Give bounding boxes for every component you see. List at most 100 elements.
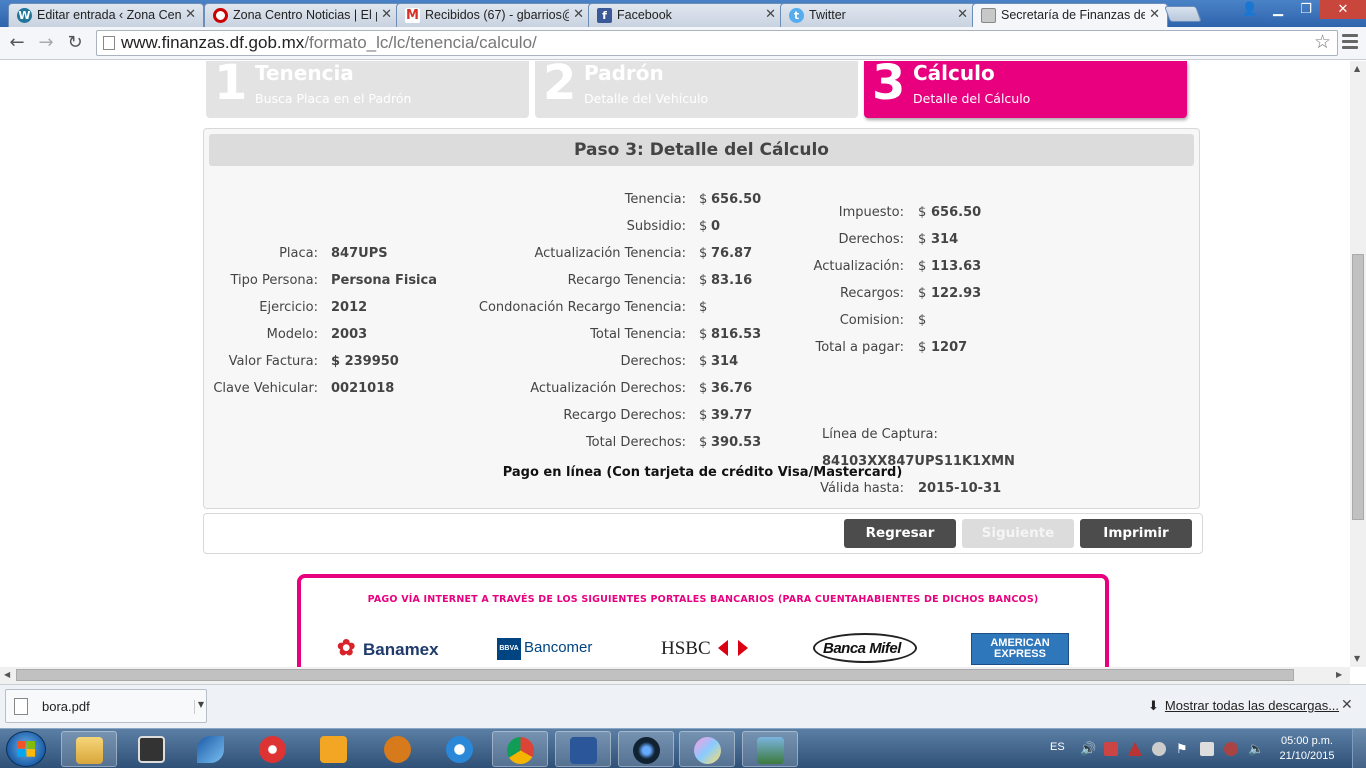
summary-label: Comision:	[839, 313, 904, 328]
reload-icon[interactable]: ↻	[64, 32, 86, 53]
tab-gmail[interactable]: M Recibidos (67) - gbarrios@ ✕	[396, 3, 592, 27]
restore-button[interactable]: ❐	[1292, 0, 1320, 19]
bookmark-star-icon[interactable]: ☆	[1314, 31, 1331, 55]
scroll-right-icon[interactable]: ▶	[1336, 670, 1342, 679]
speaker-icon[interactable]: 🔈	[1248, 742, 1264, 757]
capture-line-label: Línea de Captura:	[822, 427, 938, 442]
summary-label: Actualización:	[813, 259, 904, 274]
breakdown-value: 656.50	[711, 192, 762, 207]
tab-twitter[interactable]: t Twitter ✕	[780, 3, 976, 27]
flag-icon[interactable]: ⚑	[1176, 742, 1190, 757]
start-button[interactable]	[6, 731, 46, 767]
breakdown-value: 816.53	[711, 327, 762, 342]
breakdown-label: Total Tenencia:	[590, 327, 686, 342]
taskbar-explorer[interactable]	[61, 731, 117, 767]
breakdown-currency: $	[699, 408, 708, 423]
close-tab-icon[interactable]: ✕	[1149, 7, 1160, 22]
breakdown-label: Actualización Tenencia:	[534, 246, 686, 261]
close-tab-icon[interactable]: ✕	[957, 7, 968, 22]
download-item[interactable]: bora.pdf ▼	[5, 689, 207, 723]
facebook-icon: f	[597, 8, 612, 23]
horizontal-scrollbar[interactable]: ◀ ▶	[0, 667, 1350, 684]
system-clock[interactable]: 05:00 p.m. 21/10/2015	[1270, 734, 1344, 764]
breakdown-currency: $	[699, 381, 708, 396]
taskbar-chrome[interactable]	[492, 731, 548, 767]
language-indicator[interactable]: ES	[1050, 741, 1065, 753]
scroll-left-icon[interactable]: ◀	[4, 670, 10, 679]
breakdown-label: Actualización Derechos:	[530, 381, 686, 396]
taskbar-fruit[interactable]	[370, 731, 426, 767]
bank-hsbc-logo[interactable]: HSBC	[661, 633, 753, 663]
bank-banamex-logo[interactable]: ✿ Banamex	[337, 633, 439, 663]
vertical-scrollbar[interactable]: ▲ ▼	[1350, 61, 1366, 667]
taskbar-burn[interactable]	[245, 731, 301, 767]
word-icon	[570, 737, 597, 764]
taskbar-quill[interactable]	[183, 731, 239, 767]
breakdown-value: 0	[711, 219, 721, 234]
breakdown-currency: $	[699, 300, 708, 315]
taskbar-media-player[interactable]	[124, 731, 180, 767]
scroll-up-icon[interactable]: ▲	[1354, 64, 1360, 73]
step-calculo[interactable]: 3 Cálculo Detalle del Cálculo	[864, 61, 1187, 118]
new-tab-button[interactable]	[1164, 6, 1202, 22]
next-button[interactable]: Siguiente	[962, 519, 1074, 548]
taskbar-photo[interactable]	[742, 731, 798, 767]
browser-toolbar: ← → ↻ www.finanzas.df.gob.mx/formato_lc/…	[0, 27, 1366, 60]
tray-app-icon[interactable]	[1104, 742, 1118, 756]
taskbar-paint[interactable]	[679, 731, 735, 767]
step-padron[interactable]: 2 Padrón Detalle del Vehículo	[535, 61, 858, 118]
close-tab-icon[interactable]: ✕	[573, 7, 584, 22]
vehicle-value: $ 239950	[331, 354, 399, 369]
pay-online-link[interactable]: Pago en línea (Con tarjeta de crédito Vi…	[204, 465, 1201, 480]
chevron-down-icon[interactable]: ▼	[193, 700, 204, 714]
bank-amex-logo[interactable]: AMERICAN EXPRESS	[971, 633, 1069, 665]
address-bar[interactable]: www.finanzas.df.gob.mx/formato_lc/lc/ten…	[96, 30, 1338, 56]
taskbar-video[interactable]	[306, 731, 362, 767]
tray-circle-icon[interactable]	[1152, 742, 1166, 756]
tab-secretaria-finanzas[interactable]: Secretaría de Finanzas del ✕	[972, 3, 1168, 28]
tray-up-icon[interactable]	[1128, 742, 1142, 756]
vertical-scroll-thumb[interactable]	[1352, 254, 1364, 520]
close-tab-icon[interactable]: ✕	[381, 7, 392, 22]
taskbar-word[interactable]	[555, 731, 611, 767]
taskbar-camera[interactable]	[618, 731, 674, 767]
close-tab-icon[interactable]: ✕	[765, 7, 776, 22]
back-arrow-icon[interactable]: ←	[6, 32, 28, 53]
chrome-icon	[507, 737, 534, 764]
show-desktop-button[interactable]	[1352, 729, 1366, 768]
tab-facebook[interactable]: f Facebook ✕	[588, 3, 784, 27]
action-button-bar: Regresar Siguiente Imprimir	[203, 513, 1203, 554]
security-icon[interactable]	[1224, 742, 1238, 756]
summary-value: 1207	[931, 340, 968, 355]
breakdown-currency: $	[699, 435, 708, 450]
breakdown-currency: $	[699, 246, 708, 261]
minimize-button[interactable]: ▁	[1264, 0, 1292, 19]
show-all-downloads-link[interactable]: ⬇ Mostrar todas las descargas...	[1148, 698, 1339, 714]
volume-icon[interactable]: 🔊	[1080, 742, 1096, 757]
step-tenencia[interactable]: 1 Tenencia Busca Placa en el Padrón	[206, 61, 529, 118]
print-button[interactable]: Imprimir	[1080, 519, 1192, 548]
close-tab-icon[interactable]: ✕	[185, 7, 196, 22]
summary-label: Derechos:	[838, 232, 904, 247]
breakdown-label: Tenencia:	[624, 192, 686, 207]
breakdown-label: Condonación Recargo Tenencia:	[478, 300, 686, 315]
forward-arrow-icon[interactable]: →	[35, 32, 57, 53]
back-button[interactable]: Regresar	[844, 519, 956, 548]
taskbar-ie[interactable]	[432, 731, 488, 767]
network-icon[interactable]	[1200, 742, 1214, 756]
close-window-button[interactable]: ✕	[1320, 0, 1366, 19]
horizontal-scroll-thumb[interactable]	[16, 669, 1294, 681]
bank-portals-title: PAGO VÍA INTERNET A TRAVÉS DE LOS SIGUIE…	[367, 594, 1039, 605]
user-icon[interactable]: 👤	[1236, 0, 1264, 19]
breakdown-currency: $	[699, 219, 708, 234]
windows-taskbar: ES 🔊 ⚑ 🔈 05:00 p.m. 21/10/2015	[0, 728, 1366, 768]
vehicle-label: Ejercicio:	[259, 300, 318, 315]
breakdown-value: 314	[711, 354, 739, 369]
close-shelf-icon[interactable]: ✕	[1341, 697, 1353, 713]
bank-bancomer-logo[interactable]: BBVA Bancomer	[497, 633, 597, 663]
scroll-down-icon[interactable]: ▼	[1354, 654, 1360, 663]
tab-editar-entrada[interactable]: W Editar entrada ‹ Zona Centro ✕	[8, 3, 204, 27]
tab-zona-centro[interactable]: Zona Centro Noticias | El portal ✕	[204, 3, 400, 27]
chrome-menu-icon[interactable]	[1342, 34, 1358, 52]
bank-mifel-logo[interactable]: Banca Mifel	[813, 633, 917, 663]
